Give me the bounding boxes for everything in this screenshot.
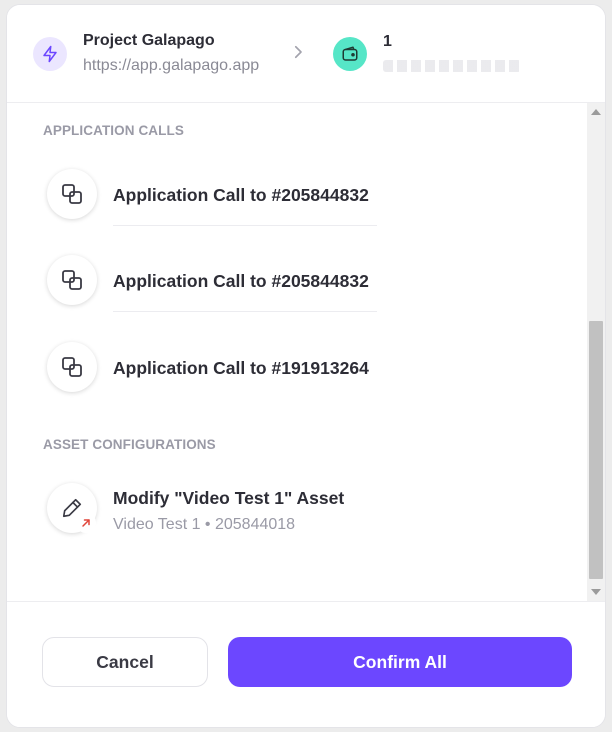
application-call-icon [47,255,97,305]
section-title-application-calls: APPLICATION CALLS [43,123,184,138]
asset-configuration-subtitle: Video Test 1 • 205844018 [113,516,296,533]
lightning-icon [33,37,67,71]
application-call-label: Application Call to #205844832 [113,271,369,291]
chevron-right-icon [294,45,302,59]
scrollbar-thumb[interactable] [589,321,603,579]
application-call-label: Application Call to #205844832 [113,185,369,205]
divider [113,311,377,312]
cancel-button[interactable]: Cancel [42,637,208,687]
dapp-name: Project Galapago [83,32,215,49]
asset-configuration-label: Modify "Video Test 1" Asset [113,488,345,508]
transactions-list[interactable]: APPLICATION CALLS Application Call to #2… [7,103,605,601]
application-call-icon [47,169,97,219]
scroll-up-arrow-icon[interactable] [591,109,601,115]
application-call-label: Application Call to #191913264 [113,358,369,378]
divider [113,225,377,226]
wallet-icon [333,37,367,71]
application-call-icon [47,342,97,392]
modal-header: Project Galapago https://app.galapago.ap… [7,5,605,103]
scrollbar[interactable] [587,103,605,601]
account-address-redacted [383,60,521,72]
section-title-asset-configurations: ASSET CONFIGURATIONS [43,437,216,452]
scroll-down-arrow-icon[interactable] [591,589,601,595]
confirm-all-button[interactable]: Confirm All [228,637,572,687]
dapp-url: https://app.galapago.app [83,57,260,74]
arrow-up-right-icon [76,513,96,533]
modal-footer: Cancel Confirm All [7,601,605,727]
confirm-transactions-modal: Project Galapago https://app.galapago.ap… [6,4,606,728]
account-number: 1 [383,33,392,50]
